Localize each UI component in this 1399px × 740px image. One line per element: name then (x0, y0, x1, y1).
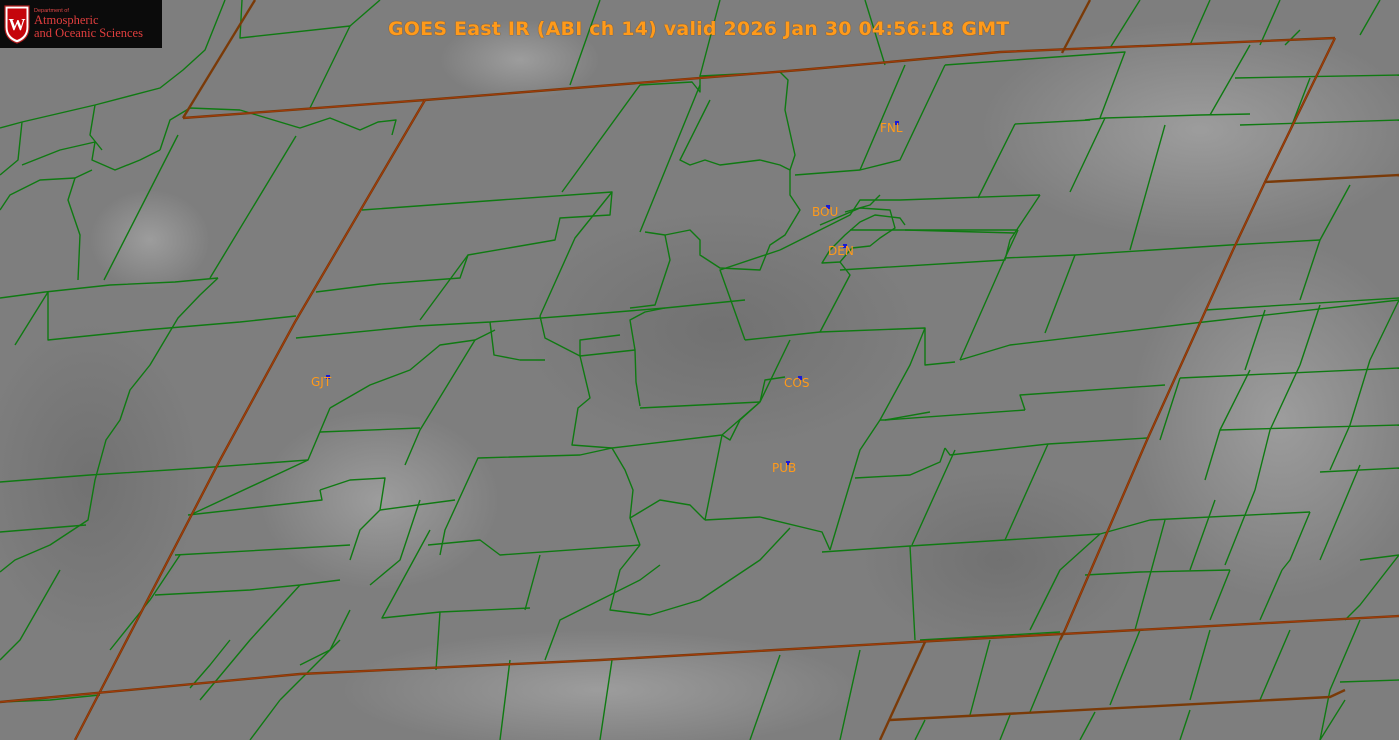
station-label: GJT (311, 375, 332, 389)
station-bou[interactable]: BOU (812, 205, 838, 219)
crest-letter: W (9, 15, 26, 34)
station-fnl[interactable]: FNL (880, 121, 903, 135)
uw-crest-icon: W (4, 5, 30, 44)
station-label: BOU (812, 205, 838, 219)
satellite-map: FNL BOU DEN GJT COS PUB (0, 0, 1399, 740)
station-label: COS (784, 376, 809, 390)
station-pub[interactable]: PUB (772, 461, 796, 475)
station-label: FNL (880, 121, 903, 135)
station-gjt[interactable]: GJT (311, 375, 332, 389)
logo-line-oceanic: and Oceanic Sciences (34, 26, 143, 40)
image-title: GOES East IR (ABI ch 14) valid 2026 Jan … (388, 18, 1010, 40)
station-label: PUB (772, 461, 796, 475)
station-label: DEN (828, 244, 854, 258)
satellite-viewer: FNL BOU DEN GJT COS PUB GOES East IR (AB… (0, 0, 1399, 740)
station-cos[interactable]: COS (784, 376, 809, 390)
station-den[interactable]: DEN (828, 244, 854, 258)
aos-logo[interactable]: W Department of Atmospheric and Oceanic … (0, 0, 162, 48)
